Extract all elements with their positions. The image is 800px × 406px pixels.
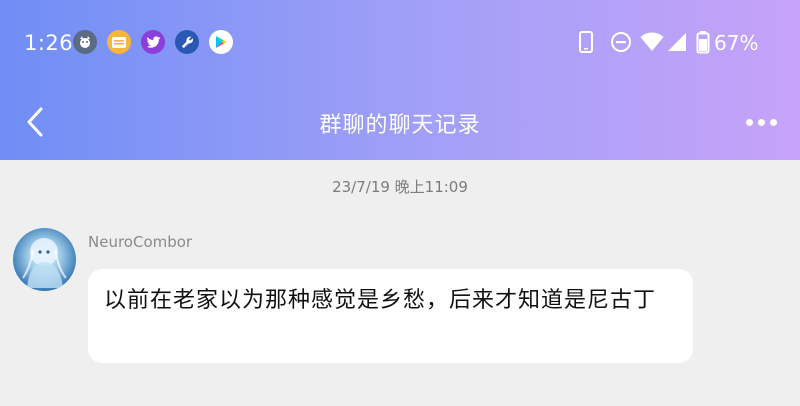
app-header: 1:26 67% 群聊的聊天记录 xyxy=(0,0,800,160)
page-title: 群聊的聊天记录 xyxy=(319,113,481,138)
status-time: 1:26 xyxy=(24,31,74,55)
battery-icon xyxy=(696,29,710,55)
cellular-signal-icon xyxy=(667,29,687,55)
message-text: 以前在老家以为那种感觉是乡愁，后来才知道是尼古丁 xyxy=(104,288,657,313)
status-bar: 1:26 67% xyxy=(0,0,800,84)
wrench-icon xyxy=(175,30,199,54)
more-horizontal-icon-dot xyxy=(757,118,765,126)
message-sender-name[interactable]: NeuroCombor xyxy=(88,233,192,251)
dog-app-icon xyxy=(73,30,97,54)
avatar[interactable] xyxy=(13,228,76,291)
phone-icon xyxy=(578,29,594,55)
do-not-disturb-icon xyxy=(610,29,632,55)
folder-app-icon xyxy=(107,30,131,54)
more-options-button[interactable] xyxy=(740,110,782,134)
play-store-icon xyxy=(209,30,233,54)
message-timestamp: 23/7/19 晚上11:09 xyxy=(332,178,468,196)
more-horizontal-icon-dot xyxy=(769,118,777,126)
more-horizontal-icon xyxy=(745,118,753,126)
message-bubble[interactable]: 以前在老家以为那种感觉是乡愁，后来才知道是尼古丁 xyxy=(88,269,693,363)
battery-percentage: 67% xyxy=(714,31,759,55)
twitter-icon xyxy=(141,30,165,54)
wifi-icon xyxy=(640,29,664,55)
